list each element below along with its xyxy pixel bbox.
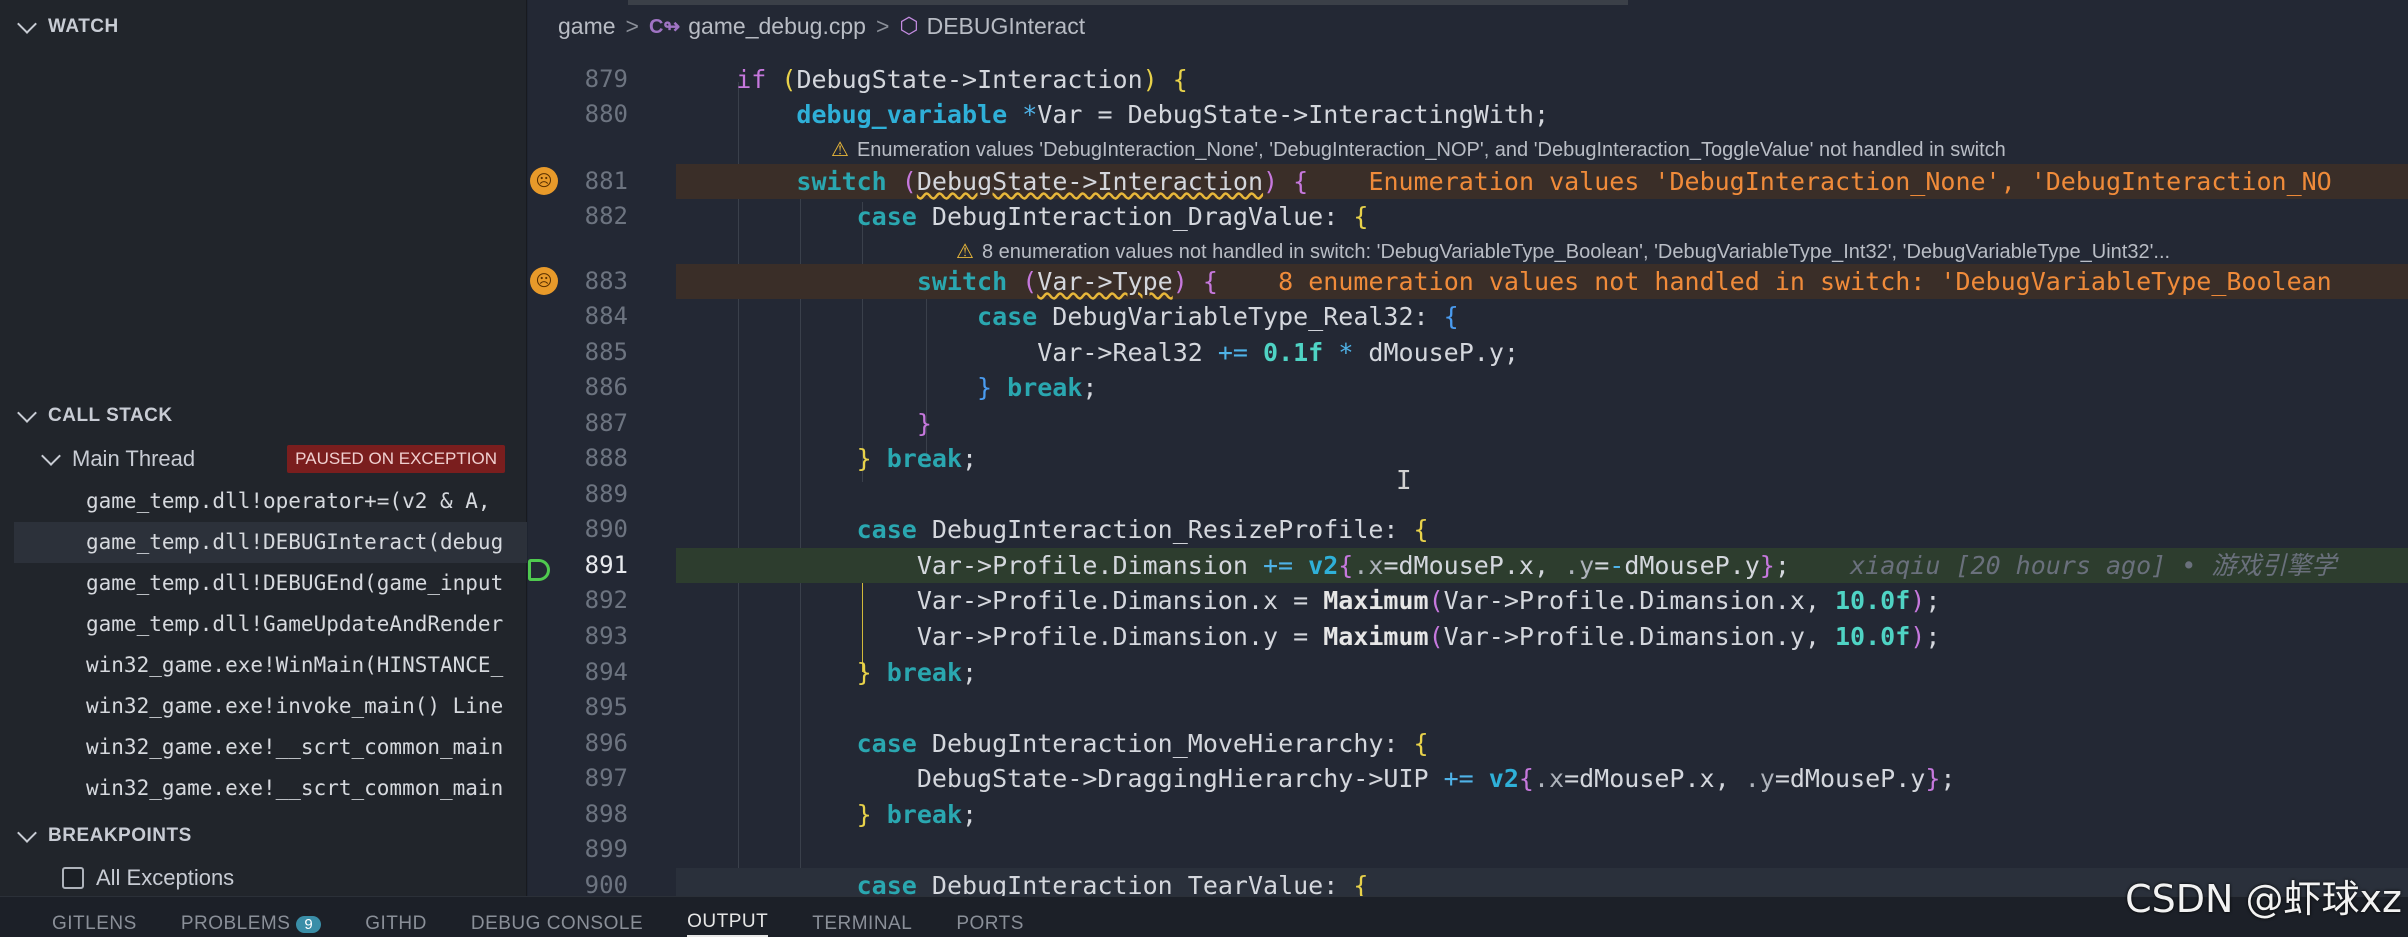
- line-number: 895: [584, 693, 628, 721]
- codelens-warning: ⚠ Enumeration values 'DebugInteraction_No…: [831, 134, 2006, 166]
- chevron-down-icon: [17, 823, 37, 843]
- code-line: } break;: [856, 658, 978, 687]
- code-line-current: Var->Profile.Dimansion += v2{.x=dMouseP.…: [676, 548, 2408, 583]
- thread-name: Main Thread: [72, 446, 196, 471]
- line-number: 897: [584, 764, 628, 792]
- tab-output[interactable]: OUTPUT: [687, 911, 769, 937]
- breakpoints-title: BREAKPOINTS: [48, 825, 192, 846]
- line-number: 887: [584, 409, 628, 437]
- stack-frame[interactable]: win32_game.exe!__scrt_common_main: [14, 727, 527, 768]
- code-editor[interactable]: game > C↬ game_debug.cpp > ⬡ DEBUGIntera…: [528, 0, 2408, 896]
- chevron-down-icon: [41, 446, 61, 466]
- line-number: 900: [584, 871, 628, 896]
- line-number: 885: [584, 338, 628, 366]
- stack-frame[interactable]: game_temp.dll!operator+=(v2 & A,: [14, 481, 527, 522]
- line-number: 893: [584, 622, 628, 650]
- codelens-warning-text: 8 enumeration values not handled in swit…: [981, 241, 2171, 263]
- inline-diagnostic: Enumeration values 'DebugInteraction_Non…: [1368, 167, 2332, 196]
- watch-title: WATCH: [48, 16, 119, 37]
- code-line-warning: switch (Var->Type) { 8 enumeration value…: [676, 264, 2408, 299]
- tab-problems[interactable]: PROBLEMS 9: [180, 913, 322, 937]
- tab-ports[interactable]: PORTS: [956, 913, 1024, 937]
- chevron-right-icon: >: [625, 12, 639, 39]
- line-number: 884: [584, 302, 628, 330]
- line-number: 898: [584, 800, 628, 828]
- line-number: 888: [584, 444, 628, 472]
- line-number: 889: [584, 480, 628, 508]
- inline-diagnostic: 8 enumeration values not handled in swit…: [1278, 267, 2332, 296]
- code-line-warning: switch (DebugState->Interaction) { Enume…: [676, 164, 2408, 199]
- code-line: DebugState->DraggingHierarchy->UIP += v2…: [676, 764, 1956, 793]
- line-number: 882: [584, 202, 628, 230]
- stack-frame-selected[interactable]: game_temp.dll!DEBUGInteract(debug: [14, 522, 527, 563]
- line-number: 899: [584, 835, 628, 863]
- line-number: 894: [584, 658, 628, 686]
- text-cursor-icon: I: [1396, 466, 1412, 496]
- breadcrumb-symbol[interactable]: DEBUGInteract: [927, 13, 1086, 40]
- call-stack-section-header[interactable]: CALL STACK: [14, 398, 173, 434]
- code-line: if (DebugState->Interaction) {: [736, 65, 1188, 94]
- line-number: 892: [584, 586, 628, 614]
- warning-triangle-icon: ⚠: [831, 139, 849, 161]
- line-number-current: 891: [584, 551, 628, 579]
- line-number: 880: [584, 100, 628, 128]
- line-number: 879: [584, 65, 628, 93]
- breakpoints-section-header[interactable]: BREAKPOINTS: [14, 818, 192, 854]
- code-line: } break;: [977, 373, 1098, 402]
- stack-frame[interactable]: game_temp.dll!DEBUGEnd(game_input: [14, 563, 527, 604]
- tab-problems-label: PROBLEMS: [180, 913, 291, 934]
- stack-frame[interactable]: win32_game.exe!WinMain(HINSTANCE_: [14, 645, 527, 686]
- cpp-file-icon: C↬: [648, 15, 681, 38]
- call-stack-title: CALL STACK: [48, 405, 173, 426]
- warning-triangle-icon: ⚠: [956, 241, 974, 263]
- stack-frame[interactable]: game_temp.dll!GameUpdateAndRender: [14, 604, 527, 645]
- code-line: case DebugInteraction_ResizeProfile: {: [856, 515, 1429, 544]
- tab-githd[interactable]: GITHD: [365, 913, 427, 937]
- watch-section-header[interactable]: WATCH: [14, 9, 119, 45]
- chevron-down-icon: [17, 403, 37, 423]
- problems-count-badge: 9: [296, 916, 322, 933]
- line-number: 890: [584, 515, 628, 543]
- chevron-down-icon: [17, 14, 37, 34]
- line-number: 886: [584, 373, 628, 401]
- stack-frame[interactable]: win32_game.exe!__scrt_common_main: [14, 768, 527, 809]
- codelens-warning-text: Enumeration values 'DebugInteraction_Non…: [856, 139, 2006, 161]
- code-line: debug_variable *Var = DebugState->Intera…: [796, 100, 1550, 129]
- symbol-cube-icon: ⬡: [899, 13, 919, 38]
- line-number: 896: [584, 729, 628, 757]
- tab-terminal[interactable]: TERMINAL: [812, 913, 912, 937]
- breadcrumb-file[interactable]: game_debug.cpp: [688, 13, 866, 40]
- code-line: case DebugVariableType_Real32: {: [977, 302, 1459, 331]
- call-stack-list: game_temp.dll!operator+=(v2 & A, game_te…: [14, 481, 527, 809]
- watermark: CSDN @虾球xz: [2125, 877, 2402, 921]
- panel-tab-bar: GITLENS PROBLEMS 9 GITHD DEBUG CONSOLE OU…: [0, 896, 2408, 937]
- breadcrumb: game > C↬ game_debug.cpp > ⬡ DEBUGIntera…: [528, 0, 2408, 52]
- stack-frame[interactable]: win32_game.exe!invoke_main() Line: [14, 686, 527, 727]
- status-badge: PAUSED ON EXCEPTION: [287, 445, 505, 473]
- breakpoint-all-exceptions[interactable]: All Exceptions: [14, 861, 234, 895]
- debug-sidebar: WATCH CALL STACK Main Thread PAUSED ON E…: [0, 0, 527, 896]
- tab-debug-console[interactable]: DEBUG CONSOLE: [471, 913, 643, 937]
- code-line: } break;: [856, 800, 978, 829]
- git-blame-annotation: xiaqiu [20 hours ago] • 游戏引擎学: [1850, 551, 2337, 580]
- code-line: } break;: [856, 444, 978, 473]
- code-line: Var->Profile.Dimansion.x = Maximum(Var->…: [676, 586, 1941, 615]
- code-line: }: [916, 409, 932, 438]
- line-number: 883: [584, 267, 628, 295]
- code-line: case DebugInteraction_DragValue: {: [856, 202, 1369, 231]
- breadcrumb-folder[interactable]: game: [558, 13, 616, 40]
- code-line: Var->Real32 += 0.1f * dMouseP.y;: [676, 338, 1519, 367]
- all-exceptions-checkbox[interactable]: [62, 867, 84, 889]
- tab-gitlens[interactable]: GITLENS: [52, 913, 137, 937]
- chevron-right-icon: >: [875, 12, 890, 39]
- code-line: Var->Profile.Dimansion.y = Maximum(Var->…: [676, 622, 1941, 651]
- all-exceptions-label: All Exceptions: [96, 865, 235, 890]
- code-line: case DebugInteraction_MoveHierarchy: {: [856, 729, 1429, 758]
- line-number: 881: [584, 167, 628, 195]
- thread-main[interactable]: Main Thread PAUSED ON EXCEPTION: [14, 440, 519, 478]
